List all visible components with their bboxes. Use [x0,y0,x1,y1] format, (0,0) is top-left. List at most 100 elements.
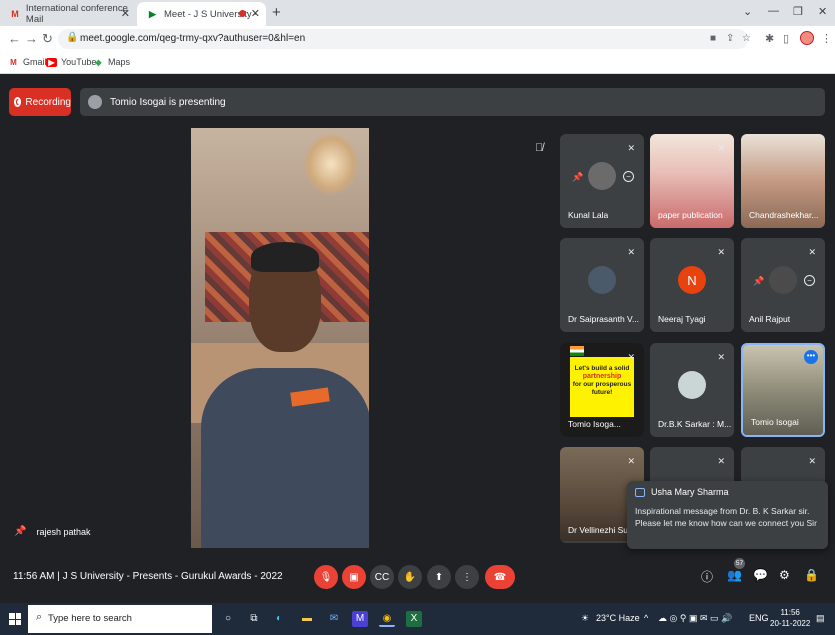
participant-name: Neeraj Tyagi [658,314,706,324]
pin-icon[interactable]: 📌 [753,276,764,287]
participant-tile[interactable]: ✕ paper publication [650,134,734,228]
tray-icons[interactable]: ☁ ◎ ⚲ ▣ ✉ ▭ 🔊 [658,613,732,624]
app-icon[interactable]: M [352,611,368,627]
extensions-icon[interactable]: ✱ [765,32,774,45]
mic-toggle-button[interactable]: 🎙 [314,565,338,589]
camera-toggle-button[interactable]: ▣ [342,565,366,589]
bookmark-label: Maps [108,57,131,67]
bookmark-star-icon[interactable]: ☆ [742,33,751,44]
clock-date: 20-11-2022 [770,619,811,628]
slide-line: future! [591,389,613,396]
reload-icon[interactable]: ↻ [42,31,53,47]
address-bar[interactable]: 🔒 meet.google.com/qeg-trmy-qxv?authuser=… [58,29,751,49]
participant-count-badge: 57 [734,558,745,569]
mic-off-icon: ✕ [717,352,725,362]
search-placeholder: Type here to search [48,613,132,624]
participant-tile[interactable]: Chandrashekhar... [741,134,825,228]
profile-avatar[interactable] [800,31,814,45]
remove-icon[interactable]: − [623,171,634,182]
camera-icon[interactable]: ■ [710,33,716,44]
presentation-slide: Let's build a solid partnership for our … [570,357,634,417]
participant-tile[interactable]: Let's build a solid partnership for our … [560,343,644,437]
remove-icon[interactable]: − [804,275,815,286]
presenting-banner[interactable]: Tomio Isogai is presenting [80,88,825,116]
bookmark-youtube[interactable]: ▶ YouTube [46,57,96,67]
bookmark-maps[interactable]: ◆ Maps [93,57,130,67]
participant-name: Dr Saiprasanth V... [568,314,640,324]
participant-tile[interactable]: ✕ N Neeraj Tyagi [650,238,734,332]
close-window-icon[interactable]: ✕ [818,5,827,18]
share-icon[interactable]: ⇪ [726,33,734,44]
edge-icon[interactable]: ◐ [271,611,287,627]
participant-name: Chandrashekhar... [749,210,819,220]
chandelier-shape [303,132,359,196]
meet-control-bar: 11:56 AM | J S University - Presents - G… [0,558,835,603]
forward-icon[interactable]: → [25,31,38,46]
excel-icon[interactable]: X [406,611,422,627]
mic-off-icon: ✕ [627,456,635,466]
mail-icon[interactable]: ✉ [326,611,342,627]
avatar [588,162,616,190]
participant-name: paper publication [658,210,723,220]
info-icon[interactable]: ⓘ [701,568,713,585]
tab-gmail[interactable]: M International conference Mail ✕ [0,2,136,26]
weather-text[interactable]: 23°C Haze [596,613,640,623]
present-button[interactable]: ⬆ [427,565,451,589]
minimize-icon[interactable]: — [768,5,779,17]
bookmarks-bar: M Gmail ▶ YouTube ◆ Maps [0,52,835,74]
tab-search-icon[interactable]: ⌄ [743,5,752,18]
activities-icon[interactable]: ⚙ [779,568,790,582]
mic-off-icon: ✕ [627,143,635,153]
main-video[interactable] [191,128,369,548]
participant-tile[interactable]: ✕ 📌 − Anil Rajput [741,238,825,332]
tab-close-icon[interactable]: ✕ [251,7,260,20]
language-indicator[interactable]: ENG [749,613,769,623]
mic-off-icon: ✕ [717,143,725,153]
maximize-icon[interactable]: ❐ [793,5,803,18]
record-icon [14,97,22,107]
people-icon[interactable]: 👥 [727,568,742,582]
meet-area: Recording Tomio Isogai is presenting 🎙̸ … [0,74,835,603]
presenting-text: Tomio Isogai is presenting [110,96,226,108]
tab-meet[interactable]: ▶ Meet - J S University - Presen ✕ [137,2,266,26]
participant-name: Kunal Lala [568,210,609,220]
participant-tile-active[interactable]: ••• Tomio Isogai [741,343,825,437]
menu-icon[interactable]: ⋮ [821,32,832,45]
host-controls-icon[interactable]: 🔒 [804,568,819,582]
chat-notification[interactable]: Usha Mary Sharma Inspirational message f… [627,481,828,549]
gmail-icon: M [10,57,17,67]
leave-call-button[interactable]: ☎ [485,565,515,589]
app-root: M International conference Mail ✕ ▶ Meet… [0,0,835,635]
lock-icon: 🔒 [66,32,79,43]
system-clock[interactable]: 11:56 20-11-2022 [770,607,810,629]
task-view-icon[interactable]: ⧉ [246,611,262,627]
main-speaker-label: 📌 rajesh pathak [14,526,91,537]
recording-chip[interactable]: Recording [9,88,71,116]
bookmark-gmail[interactable]: M Gmail [8,57,46,67]
taskbar-search[interactable]: ⌕ Type here to search [28,605,212,633]
pin-icon[interactable]: 📌 [572,172,583,183]
weather-icon: ☀ [581,613,590,623]
file-explorer-icon[interactable]: ▬ [299,611,315,627]
windows-start-icon[interactable] [9,613,21,625]
mic-off-icon: ✕ [808,247,816,257]
notification-center-icon[interactable]: ▤ [816,613,825,624]
raise-hand-button[interactable]: ✋ [398,565,422,589]
more-options-icon[interactable]: ••• [804,350,818,364]
tab-close-icon[interactable]: ✕ [121,7,130,20]
more-options-button[interactable]: ⋮ [455,565,479,589]
cortana-icon[interactable]: ○ [220,611,236,627]
presenter-avatar [88,95,102,109]
participant-tile[interactable]: ✕ Dr Saiprasanth V... [560,238,644,332]
chrome-icon[interactable]: ◉ [379,611,395,627]
back-icon[interactable]: ← [8,31,21,46]
chat-panel-icon[interactable]: 💬 [753,568,768,582]
participant-tile[interactable]: ✕ Dr.B.K Sarkar : M... [650,343,734,437]
captions-button[interactable]: CC [370,565,394,589]
side-panel-icon[interactable]: ▯ [783,32,789,45]
new-tab-icon[interactable]: + [272,4,281,21]
tray-chevron-icon[interactable]: ^ [644,613,648,623]
participant-name: Dr Vellinezhi Sul [568,525,630,535]
participant-tile[interactable]: ✕ 📌 − Kunal Lala [560,134,644,228]
chat-icon [635,487,645,497]
